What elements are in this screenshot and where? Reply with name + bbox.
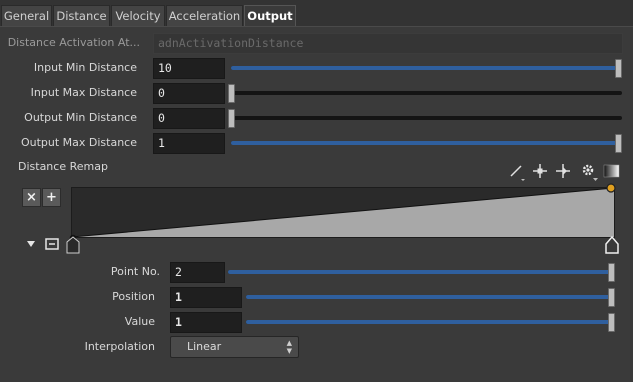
tab-divider xyxy=(0,26,633,27)
move-point-icon[interactable] xyxy=(554,161,572,181)
point-no-field[interactable]: 2 xyxy=(170,262,225,283)
gradient-icon[interactable] xyxy=(603,161,621,181)
tab-output[interactable]: Output xyxy=(244,5,296,27)
position-field[interactable]: 1 xyxy=(170,287,242,308)
slider-handle[interactable] xyxy=(608,313,615,332)
ramp-editor[interactable] xyxy=(71,187,615,238)
slider-handle[interactable] xyxy=(608,263,615,282)
input-max-slider[interactable] xyxy=(228,83,622,104)
pen-icon[interactable] xyxy=(508,161,526,181)
point-no-label: Point No. xyxy=(110,265,160,278)
slider-handle[interactable] xyxy=(228,109,235,128)
position-label: Position xyxy=(112,290,155,303)
input-min-label: Input Min Distance xyxy=(33,61,137,74)
tab-distance[interactable]: Distance xyxy=(53,5,110,27)
input-max-label: Input Max Distance xyxy=(30,86,137,99)
dropdown-arrows-icon: ▲ ▼ xyxy=(286,339,292,355)
slider-handle[interactable] xyxy=(608,288,615,307)
expand-icon[interactable] xyxy=(45,238,59,250)
value-slider[interactable] xyxy=(246,312,615,333)
ramp-selected-point[interactable] xyxy=(605,182,617,194)
position-slider[interactable] xyxy=(246,287,615,308)
output-min-field[interactable]: 0 xyxy=(153,108,225,129)
output-min-slider[interactable] xyxy=(228,108,622,129)
slider-handle[interactable] xyxy=(615,134,622,153)
output-max-field[interactable]: 1 xyxy=(153,133,225,154)
point-no-slider[interactable] xyxy=(228,262,615,283)
collapse-arrow-icon[interactable] xyxy=(26,239,36,249)
add-point-icon[interactable] xyxy=(531,161,549,181)
tab-velocity[interactable]: Velocity xyxy=(111,5,165,27)
ramp-key-end[interactable] xyxy=(604,234,620,254)
add-point-button[interactable]: + xyxy=(42,188,61,207)
interpolation-label: Interpolation xyxy=(84,340,155,353)
input-max-field[interactable]: 0 xyxy=(153,83,225,104)
interpolation-dropdown[interactable]: Linear ▲ ▼ xyxy=(170,336,299,358)
interpolation-value: Linear xyxy=(187,340,222,353)
input-min-slider[interactable] xyxy=(231,58,622,79)
slider-handle[interactable] xyxy=(615,59,622,78)
output-min-label: Output Min Distance xyxy=(24,111,137,124)
remove-point-button[interactable]: × xyxy=(22,188,41,207)
activation-attr-field: adnActivationDistance xyxy=(153,33,623,54)
ramp-label: Distance Remap xyxy=(18,160,108,173)
gear-icon[interactable] xyxy=(579,161,598,181)
tab-general[interactable]: General xyxy=(1,5,52,27)
output-max-label: Output Max Distance xyxy=(20,136,137,149)
input-min-field[interactable]: 10 xyxy=(153,58,225,79)
slider-handle[interactable] xyxy=(228,84,235,103)
value-label: Value xyxy=(124,315,155,328)
activation-attr-label: Distance Activation At... xyxy=(7,36,140,49)
tab-bar: General Distance Velocity Acceleration O… xyxy=(0,0,633,27)
value-field[interactable]: 1 xyxy=(170,312,242,333)
tab-acceleration[interactable]: Acceleration xyxy=(166,5,243,27)
output-max-slider[interactable] xyxy=(231,133,622,154)
ramp-key-start[interactable] xyxy=(66,234,80,254)
